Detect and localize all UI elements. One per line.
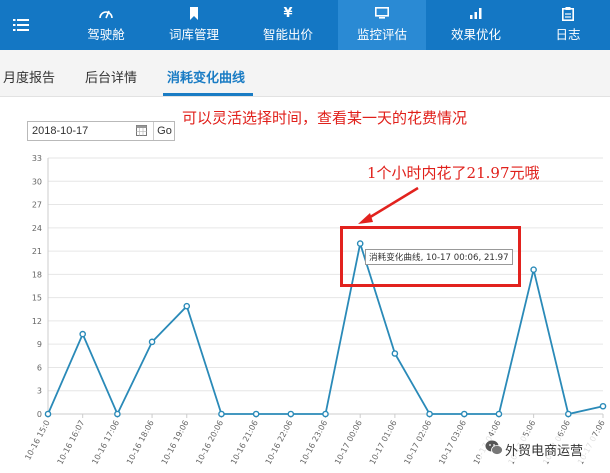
x-tick-label: 10-17 03:06 (437, 419, 468, 466)
data-point[interactable] (287, 410, 295, 418)
x-tick-label: 10-17 01:06 (368, 419, 399, 466)
annotation-note-mid: 1个小时内花了21.97元哦 (367, 164, 540, 182)
y-tick-label: 0 (37, 410, 42, 419)
x-tick-label: 10-16 22:06 (264, 419, 295, 466)
data-point[interactable] (114, 410, 121, 418)
data-point[interactable] (79, 330, 86, 338)
x-tick-label: 10-17 00:06 (333, 419, 364, 466)
x-tick-label: 10-16 18:06 (125, 419, 156, 466)
x-tick-label: 10-16 17:06 (90, 419, 121, 466)
data-point[interactable] (44, 410, 52, 418)
watermark-text: 外贸电商运营 (505, 444, 584, 459)
y-tick-label: 18 (32, 270, 42, 279)
data-point[interactable] (495, 410, 503, 418)
x-tick-label: 10-16 15:0 (23, 419, 51, 462)
wechat-icon (485, 440, 503, 455)
y-tick-label: 30 (32, 177, 42, 186)
data-point[interactable] (322, 410, 329, 418)
data-point[interactable] (460, 410, 468, 418)
y-tick-label: 24 (32, 224, 42, 233)
watermark: 外贸电商运营 (480, 436, 610, 462)
data-point[interactable] (426, 410, 433, 418)
x-tick-label: 10-16 20:06 (194, 419, 225, 466)
y-tick-label: 9 (37, 340, 42, 349)
y-tick-label: 12 (32, 317, 42, 326)
data-point[interactable] (391, 350, 399, 357)
data-point[interactable] (148, 338, 156, 346)
y-tick-label: 21 (32, 247, 42, 256)
x-tick-label: 10-16 16:07 (56, 419, 87, 466)
data-point[interactable] (218, 410, 225, 418)
annotation-arrow-head (358, 213, 373, 224)
data-point[interactable] (565, 410, 572, 418)
data-point[interactable] (530, 266, 537, 274)
x-tick-label: 10-16 19:06 (160, 419, 191, 466)
y-tick-label: 3 (37, 387, 42, 396)
y-tick-label: 27 (32, 201, 42, 210)
x-tick-label: 10-17 02:06 (402, 419, 433, 466)
x-tick-label: 10-16 23:06 (298, 419, 329, 466)
x-tick-label: 10-16 21:06 (229, 419, 260, 466)
data-tooltip: 消耗变化曲线, 10-17 00:06, 21.97 (365, 249, 513, 265)
annotation-arrow-line (366, 186, 419, 221)
y-tick-label: 33 (32, 154, 42, 163)
y-tick-label: 6 (37, 363, 42, 372)
data-point[interactable] (599, 402, 607, 410)
data-point[interactable] (183, 302, 191, 310)
data-point[interactable] (252, 410, 260, 418)
y-tick-label: 15 (32, 294, 42, 303)
